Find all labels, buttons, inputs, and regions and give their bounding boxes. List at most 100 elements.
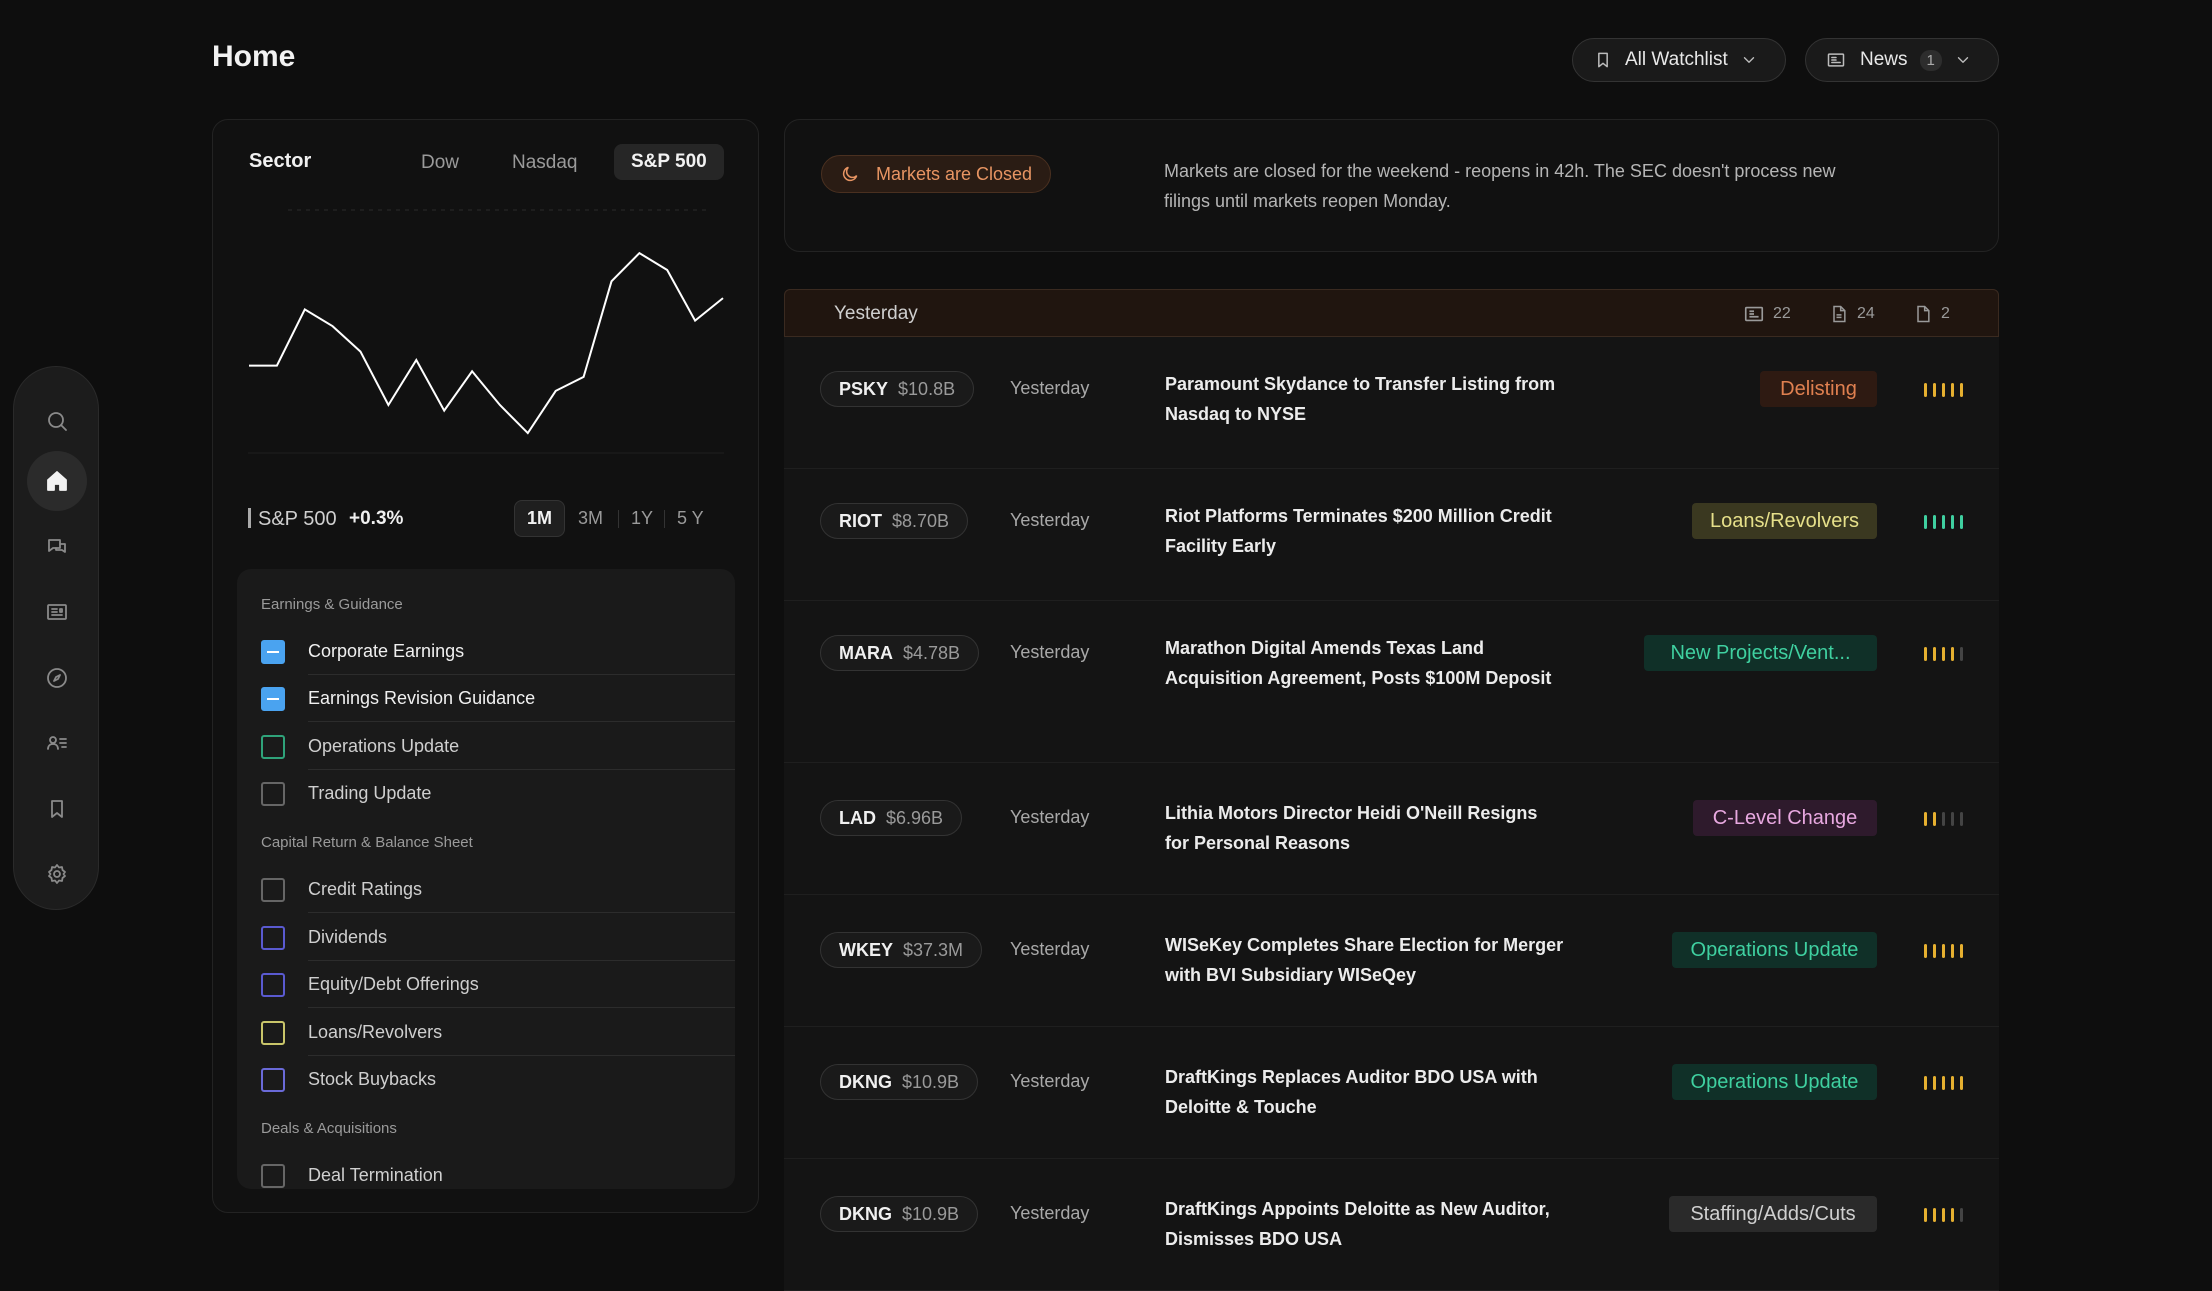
market-cap: $10.9B [902, 1203, 960, 1224]
presentations-count: 2 [1941, 305, 1950, 322]
category-tag[interactable]: Loans/Revolvers [1692, 503, 1877, 539]
tab-sp500[interactable]: S&P 500 [614, 144, 724, 180]
document-icon [1833, 305, 1846, 323]
filter-group-title: Earnings & Guidance [261, 596, 403, 613]
range-3m[interactable]: 3M [578, 508, 603, 529]
nav-people[interactable] [27, 713, 87, 773]
ticker-chip[interactable]: LAD $6.96B [820, 800, 963, 836]
row-headline[interactable]: Riot Platforms Terminates $200 Million C… [1165, 501, 1565, 561]
checkbox[interactable] [261, 735, 285, 759]
feed-row[interactable]: DKNG $10.9B Yesterday DraftKings Appoint… [784, 1159, 1999, 1291]
row-headline[interactable]: Paramount Skydance to Transfer Listing f… [1165, 369, 1565, 429]
range-5y[interactable]: 5 Y [677, 508, 704, 529]
nav-bookmarks[interactable] [27, 779, 87, 839]
importance-bar [1942, 647, 1945, 661]
row-headline[interactable]: Lithia Motors Director Heidi O'Neill Res… [1165, 798, 1565, 858]
ticker-chip[interactable]: MARA $4.78B [820, 635, 980, 671]
checkbox[interactable] [261, 782, 285, 806]
row-headline[interactable]: DraftKings Appoints Deloitte as New Audi… [1165, 1194, 1565, 1254]
category-tag[interactable]: Staffing/Adds/Cuts [1669, 1196, 1877, 1232]
filter-dividends[interactable]: Dividends [237, 914, 735, 961]
index-label: S&P 500 [258, 508, 337, 530]
filter-stock-buybacks[interactable]: Stock Buybacks [237, 1056, 735, 1103]
category-tag[interactable]: Operations Update [1672, 1064, 1877, 1100]
nav-explore[interactable] [27, 648, 87, 708]
checkbox[interactable] [261, 973, 285, 997]
nav-news[interactable] [27, 582, 87, 642]
category-tag[interactable]: New Projects/Vent... [1644, 635, 1877, 671]
nav-search[interactable] [27, 391, 87, 451]
importance-bar [1951, 515, 1954, 529]
feed-row[interactable]: DKNG $10.9B Yesterday DraftKings Replace… [784, 1027, 1999, 1159]
row-timestamp: Yesterday [1010, 510, 1090, 530]
range-1m[interactable]: 1M [514, 500, 566, 537]
category-tag[interactable]: Operations Update [1672, 932, 1877, 968]
filter-group-title: Deals & Acquisitions [261, 1120, 397, 1137]
search-icon [48, 412, 67, 431]
tab-nasdaq[interactable]: Nasdaq [512, 152, 578, 174]
nav-settings[interactable] [27, 844, 87, 904]
newspaper-icon [1827, 53, 1845, 67]
feed-row[interactable]: RIOT $8.70B Yesterday Riot Platforms Ter… [784, 469, 1999, 601]
user-list-icon [47, 736, 67, 750]
nav-home[interactable] [27, 451, 87, 511]
importance-bar [1960, 944, 1963, 958]
news-dropdown[interactable]: News 1 [1805, 38, 1999, 82]
feed-row[interactable]: WKEY $37.3M Yesterday WISeKey Completes … [784, 895, 1999, 1027]
row-timestamp: Yesterday [1010, 378, 1090, 398]
filter-operations-update[interactable]: Operations Update [237, 723, 735, 770]
importance-bar [1942, 383, 1945, 397]
category-tag[interactable]: Delisting [1760, 371, 1877, 407]
row-headline[interactable]: WISeKey Completes Share Election for Mer… [1165, 930, 1565, 990]
filter-corporate-earnings[interactable]: Corporate Earnings [237, 628, 735, 675]
feed-row[interactable]: MARA $4.78B Yesterday Marathon Digital A… [784, 601, 1999, 763]
filter-deal-termination[interactable]: Deal Termination [237, 1152, 735, 1189]
filter-trading-update[interactable]: Trading Update [237, 770, 735, 817]
newspaper-icon [1744, 306, 1764, 322]
tab-dow[interactable]: Dow [421, 152, 459, 174]
filter-label: Earnings Revision Guidance [308, 688, 536, 708]
checkbox[interactable] [261, 1021, 285, 1045]
newspaper-icon [47, 604, 67, 620]
importance-meter [1924, 1208, 1963, 1222]
importance-bar [1942, 812, 1945, 826]
checkbox[interactable] [261, 1068, 285, 1092]
ticker-symbol: DKNG [839, 1071, 892, 1092]
importance-bar [1933, 812, 1936, 826]
ticker-chip[interactable]: DKNG $10.9B [820, 1064, 979, 1100]
importance-bar [1933, 383, 1936, 397]
divider [308, 721, 735, 722]
ticker-chip[interactable]: DKNG $10.9B [820, 1196, 979, 1232]
checkbox[interactable] [261, 926, 285, 950]
category-tag[interactable]: C-Level Change [1693, 800, 1877, 836]
feed-row[interactable]: LAD $6.96B Yesterday Lithia Motors Direc… [784, 763, 1999, 895]
ticker-chip[interactable]: PSKY $10.8B [820, 371, 975, 407]
divider [308, 912, 735, 913]
market-cap: $37.3M [903, 939, 964, 960]
watchlist-dropdown[interactable]: All Watchlist [1572, 38, 1786, 82]
checkbox[interactable] [261, 878, 285, 902]
filter-credit-ratings[interactable]: Credit Ratings [237, 866, 735, 913]
checkbox[interactable] [261, 687, 285, 711]
importance-bar [1960, 1208, 1963, 1222]
news-label: News [1860, 49, 1908, 70]
range-1y[interactable]: 1Y [631, 508, 653, 529]
market-cap: $10.8B [898, 378, 956, 399]
checkbox[interactable] [261, 1164, 285, 1188]
importance-bar [1960, 1076, 1963, 1090]
ticker-symbol: RIOT [839, 510, 882, 531]
feed-row[interactable]: PSKY $10.8B Yesterday Paramount Skydance… [784, 337, 1999, 469]
importance-bar [1924, 383, 1927, 397]
importance-bar [1951, 812, 1954, 826]
row-headline[interactable]: DraftKings Replaces Auditor BDO USA with… [1165, 1062, 1565, 1122]
ticker-chip[interactable]: WKEY $37.3M [820, 932, 983, 968]
filter-earnings-revision-guidance[interactable]: Earnings Revision Guidance [237, 675, 735, 722]
filter-equity-debt-offerings[interactable]: Equity/Debt Offerings [237, 961, 735, 1008]
nav-chat[interactable] [27, 517, 87, 577]
row-headline[interactable]: Marathon Digital Amends Texas Land Acqui… [1165, 633, 1565, 693]
ticker-chip[interactable]: RIOT $8.70B [820, 503, 969, 539]
filter-label: Credit Ratings [308, 879, 423, 899]
ticker-symbol: WKEY [839, 939, 893, 960]
checkbox[interactable] [261, 640, 285, 664]
filter-loans-revolvers[interactable]: Loans/Revolvers [237, 1009, 735, 1056]
